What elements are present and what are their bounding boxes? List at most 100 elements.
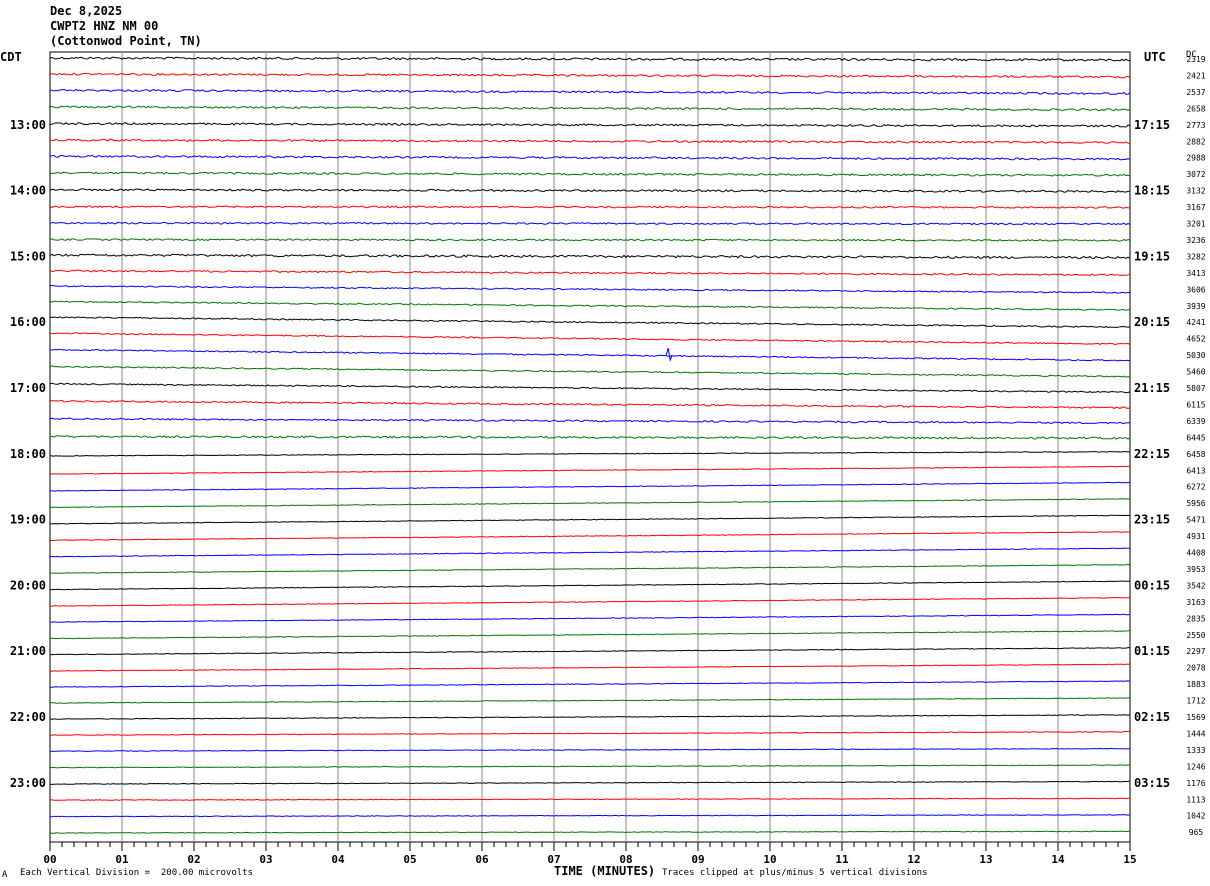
x-tick-label: 06	[475, 853, 489, 866]
dc-value: 4241	[1186, 318, 1205, 327]
left-hour-label: 21:00	[10, 644, 46, 658]
dc-value: 3072	[1186, 170, 1205, 179]
dc-value: 3953	[1186, 565, 1205, 574]
left-hour-label: 23:00	[10, 776, 46, 790]
x-tick-label: 05	[403, 853, 416, 866]
left-hour-label: 14:00	[10, 184, 46, 198]
trace-line	[49, 72, 1131, 79]
dc-value: 3282	[1186, 252, 1205, 261]
trace-line	[49, 399, 1131, 410]
trace-line	[49, 56, 1131, 62]
dc-value: 1883	[1186, 680, 1205, 689]
event-spike	[665, 347, 673, 362]
dc-value: 1444	[1186, 729, 1205, 738]
dc-value: 6339	[1186, 417, 1205, 426]
trace-line	[49, 814, 1131, 818]
left-hour-label: 16:00	[10, 315, 46, 329]
right-hour-label: 03:15	[1134, 776, 1170, 790]
x-tick-label: 01	[115, 853, 129, 866]
x-tick-label: 03	[259, 853, 272, 866]
dc-value: 2550	[1186, 631, 1205, 640]
dc-value: 4408	[1186, 549, 1205, 558]
trace-line	[49, 171, 1131, 177]
dc-value: 5030	[1186, 351, 1205, 360]
trace-line	[49, 465, 1130, 475]
x-axis-title: TIME (MINUTES)	[554, 864, 656, 878]
trace-line	[49, 417, 1131, 425]
trace-line	[49, 680, 1131, 688]
trace-line	[49, 88, 1131, 95]
dc-value: 5956	[1186, 499, 1205, 508]
left-hour-label: 18:00	[10, 447, 46, 461]
plot-frame	[49, 51, 1131, 843]
x-tick-label: 13	[979, 853, 992, 866]
trace-line	[49, 105, 1131, 112]
trace-line	[49, 300, 1131, 311]
dc-value: 3413	[1186, 269, 1205, 278]
trace-line	[50, 221, 1131, 226]
x-tick-label: 09	[691, 853, 704, 866]
trace-line	[49, 797, 1130, 801]
dc-value: 3236	[1186, 236, 1205, 245]
trace-line	[50, 547, 1131, 558]
x-tick-label: 02	[187, 853, 200, 866]
dc-value: 1176	[1186, 779, 1205, 788]
trace-line	[49, 435, 1131, 440]
dc-value: 3542	[1186, 581, 1205, 590]
trace-line	[49, 138, 1130, 144]
left-hour-label: 22:00	[10, 710, 46, 724]
right-hour-label: 21:15	[1134, 381, 1170, 395]
trace-line	[49, 188, 1131, 193]
dc-value: 4931	[1186, 532, 1205, 541]
helicorder-plot: 00 01 02 03 04 05 06 07 08 09 10 11 12 13 14 1523192421…	[10, 51, 1206, 866]
trace-line	[49, 365, 1131, 378]
dc-value: 5471	[1186, 516, 1205, 525]
right-hour-label: 20:15	[1134, 315, 1170, 329]
left-hour-label: 13:00	[10, 118, 46, 132]
dc-value: 2421	[1186, 71, 1205, 80]
right-hour-label: 18:15	[1134, 184, 1170, 198]
trace-line	[49, 205, 1130, 209]
dc-value: 1042	[1186, 812, 1205, 821]
dc-value: 6458	[1186, 450, 1205, 459]
trace-line	[49, 253, 1131, 260]
x-tick-label: 15	[1123, 853, 1136, 866]
dc-value: 1333	[1186, 746, 1205, 755]
trace-line	[49, 747, 1131, 752]
x-tick-label: 10	[763, 853, 776, 866]
trace-line	[49, 332, 1131, 345]
trace-line	[49, 580, 1131, 591]
trace-line	[49, 284, 1131, 294]
dc-value: 6413	[1186, 466, 1205, 475]
trace-line	[49, 238, 1131, 242]
dc-value: 1113	[1186, 795, 1205, 804]
dc-value: 2658	[1186, 104, 1205, 113]
trace-line	[49, 481, 1131, 492]
dc-value: 1246	[1186, 762, 1205, 771]
dc-value: 4652	[1186, 335, 1205, 344]
dc-value: 1569	[1186, 713, 1205, 722]
dc-value: 2773	[1186, 121, 1205, 130]
trace-line	[49, 663, 1131, 672]
trace-line	[49, 596, 1131, 607]
right-hour-label: 22:15	[1134, 447, 1170, 461]
left-hour-label: 19:00	[10, 513, 46, 527]
x-tick-label: 12	[907, 853, 920, 866]
dc-value: 6445	[1186, 433, 1205, 442]
dc-value: 3167	[1186, 203, 1205, 212]
trace-line	[49, 780, 1130, 785]
right-hour-label: 19:15	[1134, 249, 1170, 263]
right-hour-label: 01:15	[1134, 644, 1170, 658]
trace-line	[49, 348, 1131, 362]
x-tick-label: 14	[1051, 853, 1065, 866]
trace-line	[49, 122, 1131, 128]
dc-value: 1712	[1186, 697, 1205, 706]
x-tick-label: 04	[331, 853, 345, 866]
x-tick-label: 11	[835, 853, 849, 866]
right-hour-label: 00:15	[1134, 578, 1170, 592]
dc-value: 5460	[1186, 368, 1205, 377]
left-hour-label: 20:00	[10, 578, 46, 592]
dc-value: 5807	[1186, 384, 1205, 393]
trace-line	[49, 450, 1131, 457]
dc-value: 3606	[1186, 285, 1205, 294]
